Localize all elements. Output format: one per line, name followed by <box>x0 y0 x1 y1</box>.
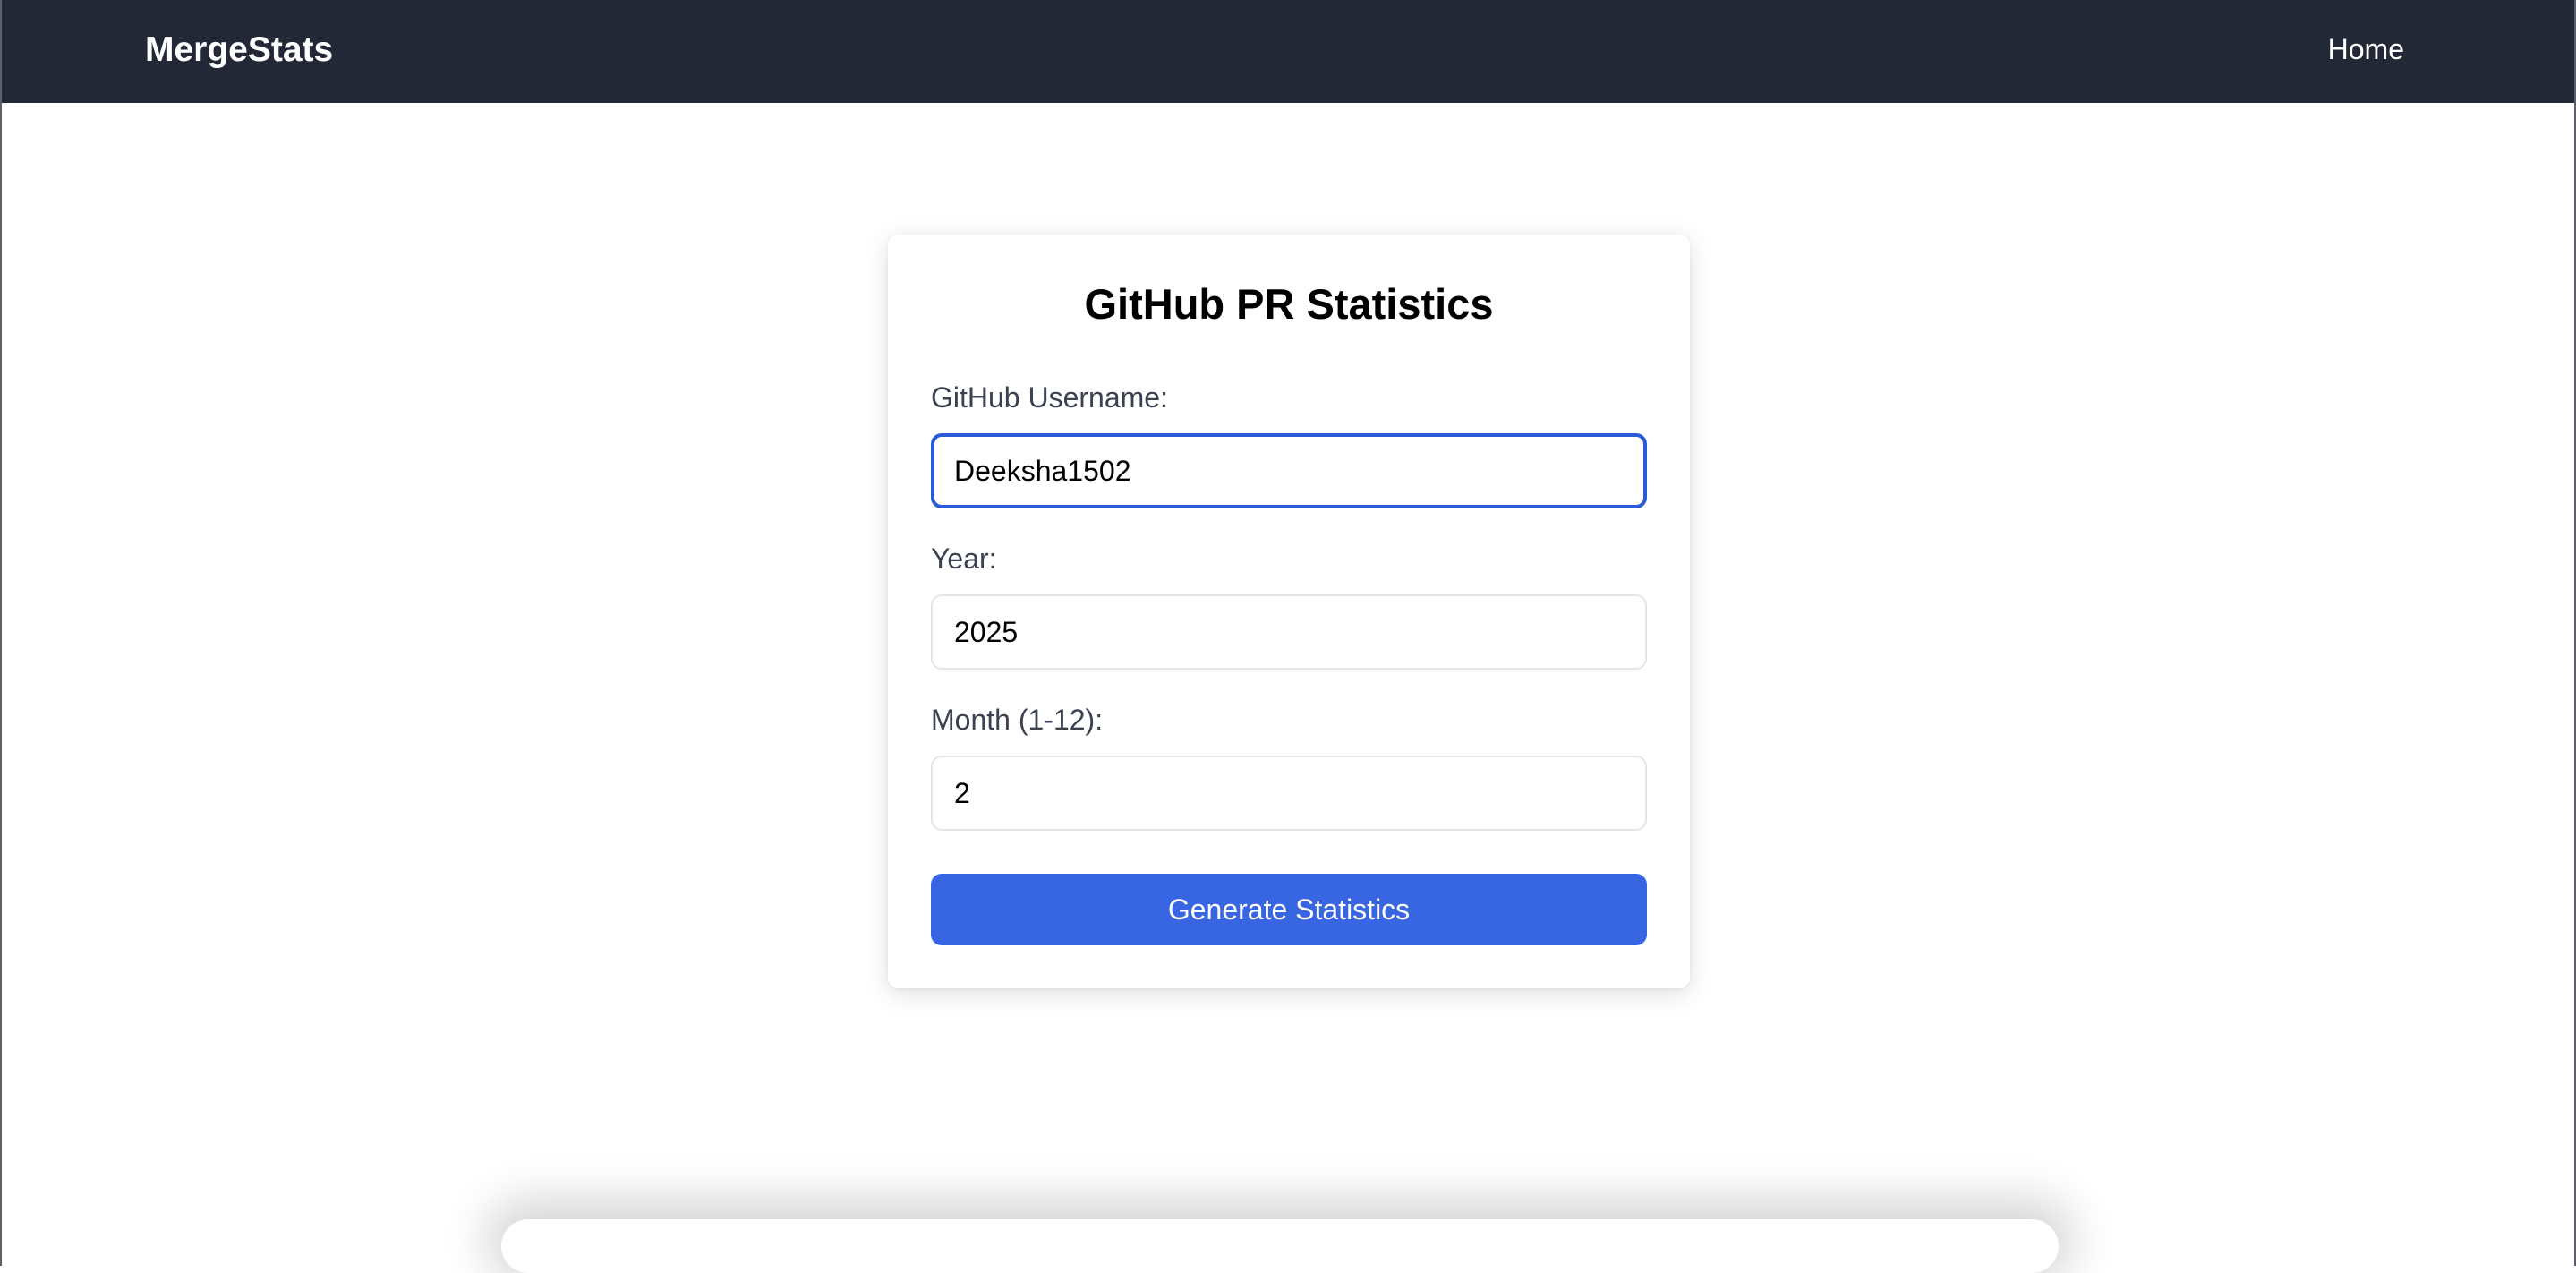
brand-logo[interactable]: MergeStats <box>145 27 333 73</box>
window-border-left <box>0 103 2 1266</box>
top-navbar: MergeStats Home <box>0 0 2576 103</box>
overlay-panel-edge <box>501 1219 2059 1273</box>
username-input[interactable] <box>931 433 1647 508</box>
username-label: GitHub Username: <box>931 381 1168 414</box>
year-label: Year: <box>931 543 997 575</box>
generate-statistics-button[interactable]: Generate Statistics <box>931 874 1647 945</box>
year-input[interactable] <box>931 594 1647 670</box>
nav-link-home[interactable]: Home <box>2328 28 2404 71</box>
form-title: GitHub PR Statistics <box>1084 280 1494 328</box>
stats-form-card: GitHub PR Statistics GitHub Username: Ye… <box>888 235 1690 988</box>
month-input[interactable] <box>931 756 1647 831</box>
month-label: Month (1-12): <box>931 704 1104 736</box>
